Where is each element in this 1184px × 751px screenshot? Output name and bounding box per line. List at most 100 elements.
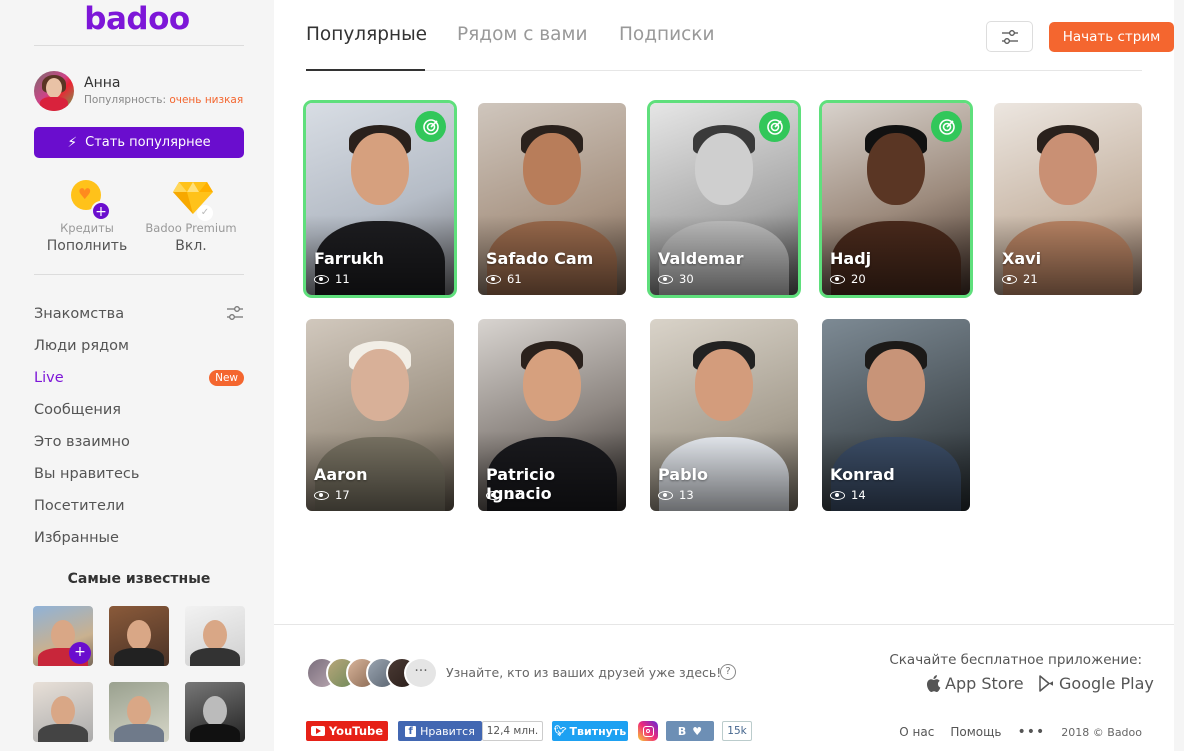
more-links-icon[interactable]: •••	[1018, 724, 1046, 740]
eye-icon	[486, 490, 501, 500]
viewer-count-value: 14	[851, 488, 866, 502]
eye-icon	[830, 490, 845, 500]
tab-subscriptions[interactable]: Подписки	[619, 24, 715, 45]
avatar[interactable]	[34, 71, 74, 111]
stream-card[interactable]: Pablo 13	[650, 319, 798, 511]
streamer-name: Valdemar	[658, 249, 744, 268]
premium-status[interactable]: Вкл.	[136, 238, 246, 254]
viewer-count-value: 13	[679, 488, 694, 502]
filter-sliders-icon[interactable]	[226, 304, 244, 326]
eye-icon	[314, 490, 329, 500]
tweet-button[interactable]: 🐦︎ Твитнуть	[552, 721, 628, 741]
eye-icon	[830, 274, 845, 284]
active-tab-indicator	[306, 69, 425, 71]
youtube-label: YouTube	[328, 724, 384, 738]
famous-user-photo[interactable]	[109, 606, 169, 666]
eye-icon	[658, 490, 673, 500]
sidebar-item-label: Люди рядом	[34, 338, 129, 354]
tab-popular[interactable]: Популярные	[306, 24, 427, 45]
stream-card[interactable]: Safado Cam 61	[478, 103, 626, 295]
badoo-logo[interactable]: badoo	[0, 1, 274, 37]
famous-title: Самые известные	[67, 571, 211, 587]
famous-user-photo[interactable]	[33, 682, 93, 742]
famous-user-photo[interactable]	[109, 682, 169, 742]
google-play-icon	[1039, 675, 1053, 692]
sidebar-item-mutual[interactable]: Это взаимно	[34, 426, 244, 458]
stream-card[interactable]: Hadj 20	[822, 103, 970, 295]
instagram-icon	[642, 725, 654, 737]
credits-label: Кредиты	[60, 221, 114, 235]
viewer-count-value: 21	[1023, 272, 1038, 286]
more-friends-icon[interactable]: ···	[404, 657, 438, 689]
viewer-count: 61	[486, 272, 522, 286]
viewer-count-value: 11	[335, 272, 350, 286]
vk-like-button[interactable]: В ♥	[666, 721, 714, 741]
famous-user-photo[interactable]	[185, 606, 245, 666]
stream-card[interactable]: Patricio Ignacio 17	[478, 319, 626, 511]
profile-name[interactable]: Анна	[84, 75, 120, 91]
credits-topup-link[interactable]: Пополнить	[32, 238, 142, 254]
viewer-count-value: 20	[851, 272, 866, 286]
stream-card[interactable]: Konrad 14	[822, 319, 970, 511]
youtube-button[interactable]: YouTube	[306, 721, 388, 741]
viewer-count: 20	[830, 272, 866, 286]
friends-prompt: Узнайте, кто из ваших друзей уже здесь!	[446, 665, 722, 680]
page-edge	[1174, 0, 1184, 751]
sidebar-item-people-nearby[interactable]: Люди рядом	[34, 330, 244, 362]
start-stream-button[interactable]: Начать стрим	[1049, 22, 1174, 52]
streamer-name: Pablo	[658, 465, 709, 484]
help-icon[interactable]: ?	[720, 664, 736, 680]
stream-card[interactable]: Farrukh 11	[306, 103, 454, 295]
sidebar-item-label: Сообщения	[34, 402, 122, 418]
facebook-like-label: Нравится	[420, 724, 475, 738]
sidebar-item-liked-you[interactable]: Вы нравитесь	[34, 458, 244, 490]
facebook-like-button[interactable]: f Нравится	[398, 721, 482, 741]
viewer-count: 21	[1002, 272, 1038, 286]
stream-card[interactable]: Xavi 21	[994, 103, 1142, 295]
stream-card[interactable]: Aaron 17	[306, 319, 454, 511]
sidebar-item-visitors[interactable]: Посетители	[34, 490, 244, 522]
new-badge: New	[209, 370, 244, 386]
sidebar-item-encounters[interactable]: Знакомства	[34, 298, 244, 330]
youtube-play-icon	[310, 726, 325, 736]
popularity-value[interactable]: очень низкая	[169, 94, 243, 106]
sidebar-item-live[interactable]: Live New	[34, 362, 244, 394]
become-popular-label: Стать популярнее	[85, 135, 211, 150]
target-icon	[759, 111, 790, 142]
tweet-label: Твитнуть	[569, 724, 627, 738]
sidebar-item-favorites[interactable]: Избранные	[34, 522, 244, 554]
help-link[interactable]: Помощь	[950, 725, 1001, 739]
sidebar-item-messages[interactable]: Сообщения	[34, 394, 244, 426]
popularity-status: Популярность: очень низкая	[84, 94, 243, 106]
app-store-link[interactable]: App Store	[925, 674, 1024, 693]
google-play-link[interactable]: Google Play	[1039, 674, 1154, 693]
streamer-name: Farrukh	[314, 249, 384, 268]
famous-user-photo[interactable]: +	[33, 606, 93, 666]
famous-user-photo[interactable]	[185, 682, 245, 742]
apple-icon	[926, 675, 941, 692]
tab-nearby[interactable]: Рядом с вами	[457, 24, 588, 45]
check-icon: ✓	[197, 205, 213, 221]
footer: ··· Узнайте, кто из ваших друзей уже зде…	[274, 624, 1174, 751]
app-download-text: Скачайте бесплатное приложение:	[889, 652, 1142, 668]
target-icon	[931, 111, 962, 142]
footer-links: О нас Помощь ••• 2018 © Badoo	[899, 724, 1142, 740]
heart-icon: ♥	[692, 724, 703, 738]
sidebar-nav: Знакомства Люди рядом Live New Сообщения…	[34, 298, 244, 554]
filter-button[interactable]	[986, 21, 1033, 52]
credits-widget[interactable]: ♥ + Кредиты Пополнить	[32, 180, 142, 254]
stream-card[interactable]: Valdemar 30	[650, 103, 798, 295]
sidebar-item-label: Знакомства	[34, 306, 125, 322]
instagram-button[interactable]	[638, 721, 658, 741]
credits-coin-icon: ♥ +	[69, 180, 111, 221]
sidebar-item-label: Избранные	[34, 530, 119, 546]
plus-icon[interactable]: +	[69, 642, 91, 664]
premium-widget[interactable]: ✓ Badoo Premium Вкл.	[136, 180, 246, 254]
streamer-name: Xavi	[1002, 249, 1042, 268]
eye-icon	[314, 274, 329, 284]
about-link[interactable]: О нас	[899, 725, 934, 739]
become-popular-button[interactable]: ⚡ Стать популярнее	[34, 127, 244, 158]
filter-sliders-icon	[1001, 29, 1018, 44]
profile-summary[interactable]: Анна Популярность: очень низкая	[34, 71, 254, 111]
sidebar-item-label: Посетители	[34, 498, 125, 514]
